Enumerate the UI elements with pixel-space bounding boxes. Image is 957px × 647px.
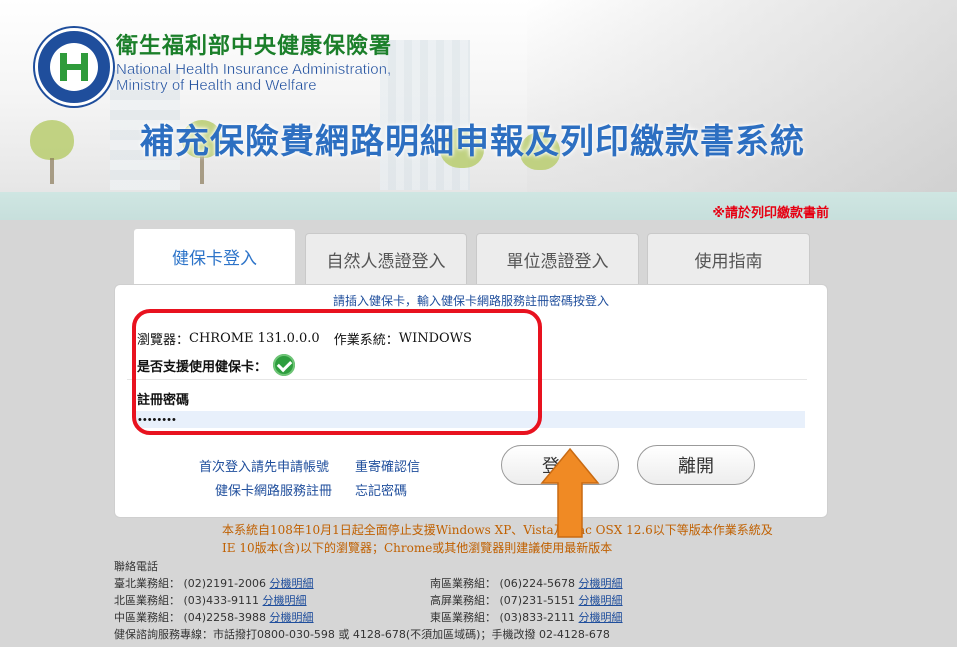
password-field[interactable]: [135, 411, 805, 428]
office-label: 南區業務組：: [430, 577, 496, 590]
org-name-en-line1: National Health Insurance Administration…: [116, 61, 392, 78]
extension-link[interactable]: 分機明細: [579, 611, 623, 624]
contact-row: 中區業務組： (04)2258-3988 分機明細: [114, 609, 314, 625]
office-label: 高屏業務組：: [430, 594, 496, 607]
os-value: WINDOWS: [398, 331, 472, 346]
warning-line: IE 10版本(含)以下的瀏覽器；Chrome或其他瀏覽器則建議使用最新版本: [222, 541, 613, 555]
browser-label: 瀏覽器：: [137, 333, 190, 348]
office-phone: (03)433-9111: [183, 594, 260, 607]
office-label: 東區業務組：: [430, 611, 496, 624]
tab-nhi-card-login[interactable]: 健保卡登入: [133, 228, 296, 284]
top-notice: ※請於列印繳款書前: [712, 206, 829, 221]
extension-link[interactable]: 分機明細: [263, 594, 307, 607]
up-arrow-icon: [540, 447, 600, 538]
card-support-row: 是否支援使用健保卡：: [137, 354, 296, 376]
keyboard-photo-decoration: [527, 0, 957, 192]
check-circle-icon: [273, 354, 296, 376]
tab-label: 單位憑證登入: [506, 252, 609, 272]
exit-button[interactable]: 離開: [637, 445, 755, 485]
tab-label: 使用指南: [694, 252, 763, 272]
forgot-password-link[interactable]: 忘記密碼: [355, 480, 407, 499]
tab-organization-certificate-login[interactable]: 單位憑證登入: [476, 233, 639, 285]
office-phone: (03)833-2111: [499, 611, 576, 624]
os-label: 作業系統：: [333, 333, 399, 348]
org-name-en: National Health Insurance Administration…: [116, 61, 392, 94]
office-label: 北區業務組：: [114, 594, 180, 607]
contact-row: 高屏業務組： (07)231-5151 分機明細: [430, 592, 623, 608]
environment-info: 瀏覽器： CHROME 131.0.0.0 作業系統： WINDOWS: [137, 329, 472, 348]
office-phone: (02)2191-2006: [183, 577, 267, 590]
tab-user-guide[interactable]: 使用指南: [647, 233, 810, 285]
apply-account-link[interactable]: 首次登入請先申請帳號: [199, 456, 329, 475]
tab-label: 健保卡登入: [172, 249, 257, 269]
contact-row: 北區業務組： (03)433-9111 分機明細: [114, 592, 307, 608]
password-label: 註冊密碼: [137, 393, 190, 408]
extension-link[interactable]: 分機明細: [270, 611, 314, 624]
contact-row: 東區業務組： (03)833-2111 分機明細: [430, 609, 623, 625]
tab-label: 自然人憑證登入: [326, 252, 446, 272]
extension-link[interactable]: 分機明細: [579, 577, 623, 590]
login-instruction: 請插入健保卡，輸入健保卡網路服務註冊密碼按登入: [332, 294, 609, 308]
divider: [127, 379, 807, 380]
resend-confirm-link[interactable]: 重寄確認信: [355, 456, 420, 475]
browser-value: CHROME 131.0.0.0: [189, 331, 320, 346]
tab-citizen-certificate-login[interactable]: 自然人憑證登入: [305, 233, 467, 285]
extension-link[interactable]: 分機明細: [270, 577, 314, 590]
login-panel: 請插入健保卡，輸入健保卡網路服務註冊密碼按登入 瀏覽器： CHROME 131.…: [114, 284, 828, 518]
office-label: 中區業務組：: [114, 611, 180, 624]
register-service-link[interactable]: 健保卡網路服務註冊: [215, 480, 332, 499]
warning-line: 本系統自108年10月1日起全面停止支援Windows XP、Vista及Mac…: [222, 523, 773, 537]
browser-support-warning: 本系統自108年10月1日起全面停止支援Windows XP、Vista及Mac…: [222, 521, 842, 557]
contact-row: 臺北業務組： (02)2191-2006 分機明細: [114, 575, 314, 591]
contact-row: 南區業務組： (06)224-5678 分機明細: [430, 575, 623, 591]
tree-decoration: [30, 120, 74, 160]
contact-title: 聯絡電話: [114, 560, 158, 573]
header-banner: 衛生福利部中央健康保險署 National Health Insurance A…: [0, 0, 957, 192]
extension-link[interactable]: 分機明細: [579, 594, 623, 607]
office-phone: (06)224-5678: [499, 577, 576, 590]
office-phone: (04)2258-3988: [183, 611, 267, 624]
nhi-logo: [35, 28, 113, 106]
org-name-en-line2: Ministry of Health and Welfare: [116, 77, 317, 94]
office-label: 臺北業務組：: [114, 577, 180, 590]
system-title: 補充保險費網路明細申報及列印繳款書系統: [140, 122, 805, 162]
hotline-info: 健保諮詢服務專線：市話撥打0800-030-598 或 4128-678(不須加…: [114, 628, 610, 641]
office-phone: (07)231-5151: [499, 594, 576, 607]
exit-button-label: 離開: [678, 456, 714, 477]
tree-trunk: [50, 158, 54, 184]
support-label: 是否支援使用健保卡：: [137, 359, 268, 375]
org-name-zh: 衛生福利部中央健康保險署: [116, 33, 393, 59]
